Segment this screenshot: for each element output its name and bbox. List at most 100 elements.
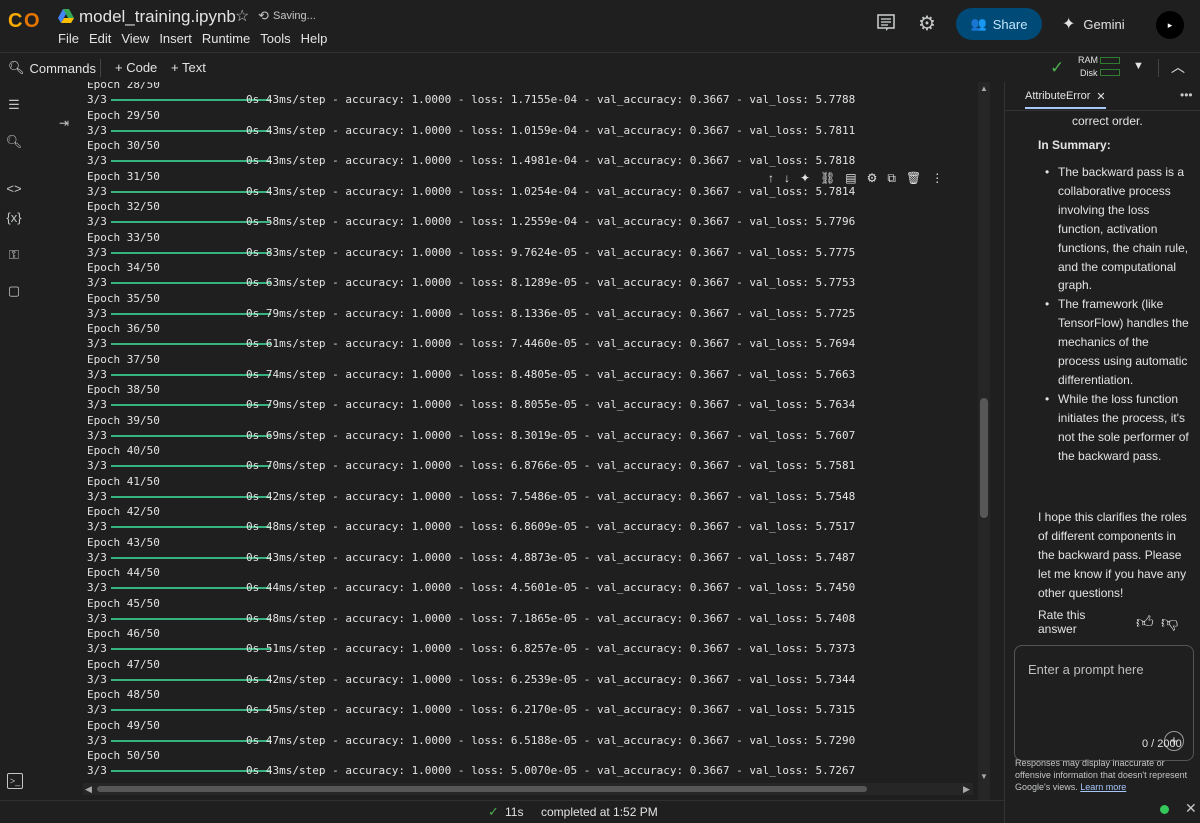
hscrollbar-thumb[interactable] <box>97 786 867 792</box>
notebook-toolbar: 🔍︎ Commands + Code + Text ✓ RAM Disk ▼ ︿ <box>0 52 1200 82</box>
summary-item: The framework (like TensorFlow) handles … <box>1045 295 1190 390</box>
menu-file[interactable]: File <box>58 31 84 46</box>
delete-icon[interactable]: 🗑 <box>906 171 921 185</box>
step-count: 3/3 <box>87 550 107 564</box>
epoch-label: Epoch 50/50 <box>87 749 160 762</box>
summary-heading: In Summary: <box>1038 138 1111 152</box>
learn-more-link[interactable]: Learn more <box>1080 782 1126 792</box>
execution-status[interactable]: completed at 1:52 PM <box>541 805 658 819</box>
epoch-label: Epoch 45/50 <box>87 596 160 610</box>
scrollbar-thumb[interactable] <box>980 398 988 518</box>
settings-icon[interactable]: ⚙ <box>867 171 878 185</box>
menu-help[interactable]: Help <box>301 31 333 46</box>
notebook-area: ⇥ Epoch 28/50 3/3 0s 43ms/step - accuracy:… <box>30 82 990 802</box>
add-text-button[interactable]: + Text <box>171 60 206 75</box>
mirror-cell-icon[interactable]: ⧉ <box>887 171 896 186</box>
sparkle-icon: ✦ <box>1062 16 1076 33</box>
vertical-scrollbar[interactable]: ▲ ▼ <box>978 82 990 802</box>
epoch-metrics: 0s 83ms/step - accuracy: 1.0000 - loss: … <box>246 245 856 259</box>
epoch-metrics: 0s 43ms/step - accuracy: 1.0000 - loss: … <box>246 184 856 198</box>
scroll-left-arrow-icon[interactable]: ◀ <box>85 784 92 795</box>
epoch-metrics: 0s 51ms/step - accuracy: 1.0000 - loss: … <box>246 642 856 655</box>
epoch-label: Epoch 31/50 <box>87 169 160 183</box>
connected-check-icon[interactable]: ✓ <box>1050 58 1064 78</box>
epoch-label: Epoch 40/50 <box>87 444 160 457</box>
epoch-metrics: 0s 42ms/step - accuracy: 1.0000 - loss: … <box>246 672 856 686</box>
chevron-down-icon[interactable]: ▼ <box>1133 60 1144 72</box>
share-button[interactable]: 👥 Share <box>956 8 1042 40</box>
log-row: Epoch 28/50 3/3 0s 43ms/step - accuracy: 1… <box>87 82 977 107</box>
colab-logo[interactable]: C O <box>8 9 46 31</box>
step-count: 3/3 <box>87 398 107 411</box>
gemini-button[interactable]: ✦ Gemini <box>1062 8 1142 40</box>
star-icon[interactable]: ☆ <box>235 6 249 26</box>
step-count: 3/3 <box>87 581 107 594</box>
close-icon[interactable]: ✕ <box>1096 90 1105 103</box>
execution-duration[interactable]: 11s <box>505 805 523 819</box>
settings-gear-icon[interactable]: ⚙ <box>918 11 936 36</box>
epoch-metrics: 0s 79ms/step - accuracy: 1.0000 - loss: … <box>246 398 856 411</box>
epoch-label: Epoch 28/50 <box>87 82 160 91</box>
step-count: 3/3 <box>87 306 107 320</box>
epoch-label: Epoch 49/50 <box>87 718 160 732</box>
ram-label: RAM <box>1078 55 1098 65</box>
prompt-input[interactable]: Enter a prompt here <box>1028 662 1144 677</box>
log-row: Epoch 32/50 3/3 0s 58ms/step - accuracy: 1… <box>87 198 977 229</box>
scroll-up-arrow-icon[interactable]: ▲ <box>980 84 988 93</box>
log-row: Epoch 39/50 3/3 0s 69ms/step - accuracy: 1… <box>87 412 977 443</box>
ram-meter[interactable] <box>1100 57 1120 64</box>
comment-icon[interactable]: ▤ <box>845 171 856 185</box>
move-down-icon[interactable]: ↓ <box>784 171 790 185</box>
scroll-down-arrow-icon[interactable]: ▼ <box>980 772 988 781</box>
chevron-up-icon[interactable]: ︿ <box>1171 57 1185 77</box>
find-icon[interactable]: 🔍︎ <box>5 133 23 151</box>
saving-status: Saving... <box>273 10 316 22</box>
avatar[interactable]: ▸ <box>1156 11 1184 39</box>
more-options-icon[interactable]: ⋮ <box>931 171 943 185</box>
thumbs-down-icon[interactable]: 👎︎ <box>1161 612 1178 633</box>
thumbs-up-icon[interactable]: 👍︎ <box>1136 612 1154 633</box>
menu-tools[interactable]: Tools <box>260 31 295 46</box>
step-count: 3/3 <box>87 428 107 442</box>
variables-icon[interactable]: {x} <box>5 208 23 226</box>
table-of-contents-icon[interactable]: ☰ <box>5 96 23 114</box>
notebook-title[interactable]: model_training.ipynb <box>79 7 236 27</box>
log-row: Epoch 34/50 3/3 0s 63ms/step - accuracy: 1… <box>87 259 977 290</box>
files-icon[interactable]: ▢ <box>5 282 23 300</box>
step-count: 3/3 <box>87 733 107 747</box>
horizontal-scrollbar[interactable]: ◀ ▶ <box>83 783 973 795</box>
link-icon[interactable]: ⛓ <box>820 171 835 185</box>
epoch-label: Epoch 35/50 <box>87 291 160 305</box>
epoch-label: Epoch 42/50 <box>87 505 160 518</box>
step-count: 3/3 <box>87 123 107 137</box>
more-options-icon[interactable]: ••• <box>1180 88 1193 102</box>
terminal-icon[interactable]: >_ <box>7 773 23 789</box>
epoch-metrics: 0s 63ms/step - accuracy: 1.0000 - loss: … <box>246 276 856 289</box>
menu-insert[interactable]: Insert <box>159 31 197 46</box>
log-row: Epoch 30/50 3/3 0s 43ms/step - accuracy: 1… <box>87 137 977 168</box>
epoch-label: Epoch 48/50 <box>87 688 160 701</box>
output-toggle-icon[interactable]: ⇥ <box>59 116 69 130</box>
epoch-label: Epoch 46/50 <box>87 627 160 640</box>
add-code-button[interactable]: + Code <box>115 60 157 75</box>
comments-icon[interactable] <box>877 14 895 32</box>
log-row: Epoch 37/50 3/3 0s 74ms/step - accuracy: 1… <box>87 351 977 382</box>
drive-icon[interactable] <box>58 9 74 23</box>
menu-runtime[interactable]: Runtime <box>202 31 255 46</box>
commands-button[interactable]: 🔍︎ Commands <box>8 60 96 76</box>
epoch-label: Epoch 34/50 <box>87 261 160 274</box>
panel-tab-attributeerror[interactable]: AttributeError ✕ <box>1025 90 1106 109</box>
secrets-key-icon[interactable]: ⚿ <box>5 246 23 264</box>
step-count: 3/3 <box>87 611 107 625</box>
log-row: Epoch 50/50 3/3 0s 43ms/step - accuracy: 1… <box>87 747 977 778</box>
gemini-label: Gemini <box>1083 16 1125 32</box>
menu-view[interactable]: View <box>121 31 154 46</box>
disk-meter[interactable] <box>1100 69 1120 76</box>
menu-edit[interactable]: Edit <box>89 31 116 46</box>
gemini-sparkle-icon[interactable]: ✦ <box>800 171 810 185</box>
scroll-right-arrow-icon[interactable]: ▶ <box>963 784 970 795</box>
close-icon[interactable]: ✕ <box>1185 800 1197 817</box>
move-up-icon[interactable]: ↑ <box>768 171 774 185</box>
code-snippets-icon[interactable]: <> <box>5 179 23 197</box>
cell-output: ⇥ Epoch 28/50 3/3 0s 43ms/step - accuracy:… <box>30 82 975 802</box>
